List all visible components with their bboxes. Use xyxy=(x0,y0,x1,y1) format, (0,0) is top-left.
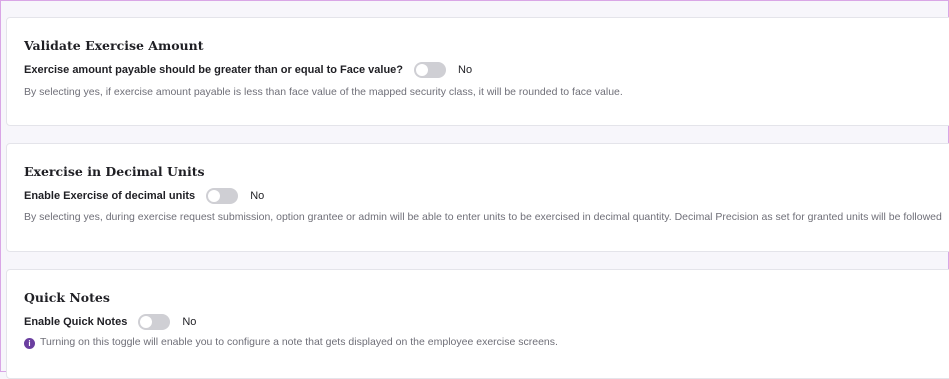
toggle-row: Enable Exercise of decimal units No xyxy=(24,188,264,204)
section-title: Quick Notes xyxy=(24,290,110,305)
validate-exercise-amount-card: Validate Exercise Amount Exercise amount… xyxy=(6,17,949,126)
decimal-units-toggle[interactable] xyxy=(206,188,239,204)
section-title: Validate Exercise Amount xyxy=(24,38,204,53)
toggle-label: Exercise amount payable should be greate… xyxy=(24,64,404,76)
toggle-row: Enable Quick Notes No xyxy=(24,314,196,330)
toggle-state-text: No xyxy=(182,316,197,328)
toggle-row: Exercise amount payable should be greate… xyxy=(24,62,472,78)
quick-notes-card: Quick Notes Enable Quick Notes No i Turni… xyxy=(6,269,949,379)
section-description: By selecting yes, during exercise reques… xyxy=(24,211,942,223)
toggle-label: Enable Exercise of decimal units xyxy=(24,190,196,202)
info-icon: i xyxy=(24,338,35,349)
toggle-state-text: No xyxy=(250,190,265,202)
section-description: By selecting yes, if exercise amount pay… xyxy=(24,86,623,98)
description-text: Turning on this toggle will enable you t… xyxy=(40,336,558,348)
toggle-knob xyxy=(208,190,221,202)
toggle-knob xyxy=(140,316,153,328)
validate-exercise-amount-toggle[interactable] xyxy=(414,62,447,78)
toggle-label: Enable Quick Notes xyxy=(24,316,128,328)
exercise-decimal-units-card: Exercise in Decimal Units Enable Exercis… xyxy=(6,143,949,252)
toggle-knob xyxy=(416,64,429,76)
section-title: Exercise in Decimal Units xyxy=(24,164,205,179)
section-description: i Turning on this toggle will enable you … xyxy=(24,336,558,349)
toggle-state-text: No xyxy=(458,64,473,76)
quick-notes-toggle[interactable] xyxy=(138,314,171,330)
